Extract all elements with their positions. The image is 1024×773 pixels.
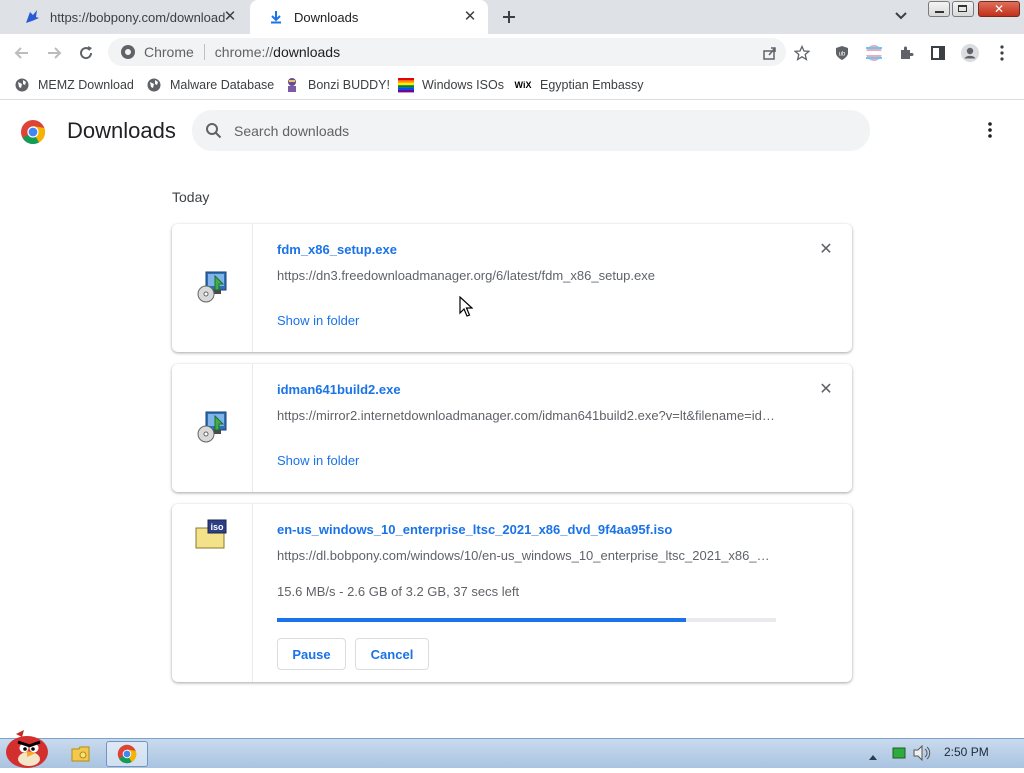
download-filename-link[interactable]: fdm_x86_setup.exe bbox=[277, 242, 397, 257]
address-bar[interactable]: Chrome chrome://downloads bbox=[108, 38, 786, 66]
download-source-url[interactable]: https://dl.bobpony.com/windows/10/en-us_… bbox=[277, 548, 775, 563]
share-icon[interactable] bbox=[758, 41, 782, 65]
download-filename-link[interactable]: en-us_windows_10_enterprise_ltsc_2021_x8… bbox=[277, 522, 672, 537]
bookmark-label: Malware Database bbox=[170, 78, 275, 92]
bookmark-label: MEMZ Download bbox=[38, 78, 134, 92]
download-progress-status: 15.6 MB/s - 2.6 GB of 3.2 GB, 37 secs le… bbox=[277, 584, 520, 599]
back-button[interactable] bbox=[10, 41, 34, 65]
taskbar-clock[interactable]: 2:50 PM bbox=[944, 745, 989, 759]
bonzi-icon bbox=[284, 77, 300, 93]
search-input[interactable] bbox=[234, 122, 834, 139]
cancel-button[interactable]: Cancel bbox=[355, 638, 429, 670]
minimize-window-button[interactable] bbox=[928, 1, 950, 17]
forward-button[interactable] bbox=[42, 41, 66, 65]
restore-window-button[interactable] bbox=[952, 1, 974, 17]
chrome-logo-icon bbox=[120, 44, 136, 60]
page-title: Downloads bbox=[67, 118, 176, 143]
bobpony-favicon-icon bbox=[24, 9, 40, 25]
mouse-cursor-icon bbox=[459, 295, 474, 323]
flag-extension-icon[interactable] bbox=[862, 41, 886, 65]
wix-icon: WiX bbox=[514, 80, 532, 90]
search-icon bbox=[205, 122, 222, 144]
profile-avatar-icon[interactable] bbox=[958, 41, 982, 65]
bookmark-memz-download[interactable]: MEMZ Download bbox=[14, 74, 134, 96]
bookmark-bonzi-buddy[interactable]: Bonzi BUDDY! bbox=[284, 74, 390, 96]
bookmark-label: Windows ISOs bbox=[422, 78, 504, 92]
iso-file-icon: iso bbox=[194, 518, 230, 682]
show-in-folder-link[interactable]: Show in folder bbox=[277, 453, 359, 468]
start-button-angry-bird-icon[interactable] bbox=[2, 728, 52, 768]
chrome-logo-icon bbox=[117, 744, 137, 764]
download-progress-fill bbox=[277, 618, 687, 622]
download-progress-bar bbox=[277, 618, 776, 622]
back-arrow-icon bbox=[14, 47, 28, 59]
pause-button[interactable]: Pause bbox=[277, 638, 346, 670]
download-source-url[interactable]: https://mirror2.internetdownloadmanager.… bbox=[277, 408, 775, 423]
installer-icon bbox=[195, 410, 229, 492]
close-tab-icon[interactable]: ✕ bbox=[222, 9, 238, 25]
tab-downloads[interactable]: Downloads ✕ bbox=[250, 0, 488, 34]
new-tab-button[interactable] bbox=[498, 6, 520, 28]
bookmark-label: Bonzi BUDDY! bbox=[308, 78, 390, 92]
chrome-logo-icon bbox=[20, 119, 46, 150]
download-item-in-progress: iso en-us_windows_10_enterprise_ltsc_202… bbox=[172, 504, 852, 682]
bookmark-star-icon[interactable] bbox=[790, 41, 814, 65]
chrome-chip-label: Chrome bbox=[144, 44, 194, 60]
svg-text:ub: ub bbox=[839, 52, 846, 58]
tab-title: Downloads bbox=[294, 9, 359, 25]
download-item: idman641build2.exe https://mirror2.inter… bbox=[172, 364, 852, 492]
date-group-heading: Today bbox=[172, 189, 210, 205]
globe-icon bbox=[14, 77, 30, 93]
close-tab-icon[interactable]: ✕ bbox=[462, 9, 478, 25]
url-host: downloads bbox=[273, 44, 341, 60]
close-window-button[interactable]: ✕ bbox=[978, 1, 1020, 17]
search-downloads-field[interactable] bbox=[192, 110, 870, 151]
omnibox-divider bbox=[203, 44, 205, 60]
url-scheme: chrome:// bbox=[214, 44, 274, 60]
bookmark-malware-database[interactable]: Malware Database bbox=[146, 74, 274, 96]
globe-icon bbox=[146, 77, 162, 93]
installer-icon bbox=[195, 270, 229, 352]
chrome-menu-icon[interactable] bbox=[990, 41, 1014, 65]
tab-title: https://bobpony.com/downloads bbox=[50, 9, 225, 25]
bookmark-egyptian-embassy[interactable]: WiX Egyptian Embassy bbox=[514, 74, 644, 96]
remove-download-icon[interactable]: ✕ bbox=[818, 382, 834, 398]
volume-tray-icon[interactable] bbox=[913, 744, 931, 766]
ublock-extension-icon[interactable]: ub bbox=[830, 41, 854, 65]
show-in-folder-link[interactable]: Show in folder bbox=[277, 313, 359, 328]
reload-icon bbox=[80, 46, 93, 60]
side-panel-icon[interactable] bbox=[926, 41, 950, 65]
bookmark-windows-isos[interactable]: Windows ISOs bbox=[398, 74, 504, 96]
forward-arrow-icon bbox=[48, 47, 62, 59]
taskbar-explorer-icon[interactable] bbox=[66, 741, 96, 767]
download-item: fdm_x86_setup.exe https://dn3.freedownlo… bbox=[172, 224, 852, 352]
download-arrow-icon bbox=[268, 9, 284, 25]
network-tray-icon[interactable] bbox=[892, 746, 906, 765]
bookmark-label: Egyptian Embassy bbox=[540, 78, 644, 92]
download-source-url[interactable]: https://dn3.freedownloadmanager.org/6/la… bbox=[277, 268, 775, 283]
download-filename-link[interactable]: idman641build2.exe bbox=[277, 382, 401, 397]
svg-text:iso: iso bbox=[210, 522, 224, 532]
reload-button[interactable] bbox=[74, 41, 98, 65]
remove-download-icon[interactable]: ✕ bbox=[818, 242, 834, 258]
tab-search-chevron-icon[interactable] bbox=[894, 8, 914, 26]
extensions-puzzle-icon[interactable] bbox=[894, 41, 918, 65]
tab-bobpony[interactable]: https://bobpony.com/downloads ✕ bbox=[6, 0, 248, 34]
windows-flag-icon bbox=[398, 77, 414, 93]
taskbar-chrome-button[interactable] bbox=[106, 741, 148, 767]
tray-expand-icon[interactable] bbox=[868, 748, 878, 766]
downloads-menu-icon[interactable] bbox=[984, 122, 996, 140]
